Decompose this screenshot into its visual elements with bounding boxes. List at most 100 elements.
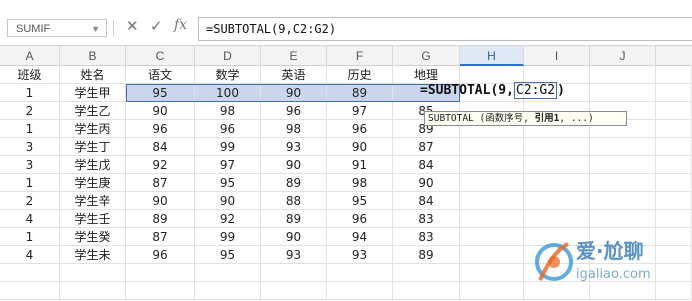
cell-b11[interactable]: 学生未 xyxy=(60,246,126,264)
empty-cell[interactable] xyxy=(393,264,460,282)
cell-f3[interactable]: 97 xyxy=(327,102,393,120)
cell-f11[interactable]: 93 xyxy=(327,246,393,264)
empty-cell[interactable] xyxy=(60,264,126,282)
column-header-g[interactable]: G xyxy=(393,46,460,66)
cell-d10[interactable]: 99 xyxy=(195,228,261,246)
cell-a6[interactable]: 3 xyxy=(0,156,60,174)
empty-cell[interactable] xyxy=(126,282,195,300)
cell-d7[interactable]: 95 xyxy=(195,174,261,192)
column-header-f[interactable]: F xyxy=(327,46,393,66)
cell-c2[interactable]: 95 xyxy=(126,84,195,102)
empty-cell[interactable] xyxy=(261,282,327,300)
cell-d2[interactable]: 100 xyxy=(195,84,261,102)
empty-cell[interactable] xyxy=(656,174,692,192)
cell-e9[interactable]: 89 xyxy=(261,210,327,228)
cell-g5[interactable]: 87 xyxy=(393,138,460,156)
cell-b1[interactable]: 姓名 xyxy=(60,66,126,84)
name-box[interactable]: SUMIF ▼ xyxy=(7,19,107,37)
cell-c5[interactable]: 84 xyxy=(126,138,195,156)
cell-a11[interactable]: 4 xyxy=(0,246,60,264)
empty-cell[interactable] xyxy=(590,84,656,102)
empty-cell[interactable] xyxy=(0,282,60,300)
enter-icon[interactable]: ✓ xyxy=(150,17,163,35)
cell-e1[interactable]: 英语 xyxy=(261,66,327,84)
cell-f2[interactable]: 89 xyxy=(327,84,393,102)
cell-c8[interactable]: 90 xyxy=(126,192,195,210)
column-header-i[interactable]: I xyxy=(524,46,590,66)
empty-cell[interactable] xyxy=(656,120,692,138)
cell-b8[interactable]: 学生辛 xyxy=(60,192,126,210)
column-header-e[interactable]: E xyxy=(261,46,327,66)
cell-formula-editor[interactable]: =SUBTOTAL(9, C2:G2) xyxy=(420,82,565,99)
empty-cell[interactable] xyxy=(460,156,524,174)
cell-b4[interactable]: 学生丙 xyxy=(60,120,126,138)
cell-c4[interactable]: 96 xyxy=(126,120,195,138)
chevron-down-icon[interactable]: ▼ xyxy=(91,20,100,38)
empty-cell[interactable] xyxy=(460,174,524,192)
empty-cell[interactable] xyxy=(590,174,656,192)
cell-f8[interactable]: 95 xyxy=(327,192,393,210)
cell-e2[interactable]: 90 xyxy=(261,84,327,102)
empty-cell[interactable] xyxy=(327,282,393,300)
cell-c10[interactable]: 87 xyxy=(126,228,195,246)
empty-cell[interactable] xyxy=(195,282,261,300)
cell-d6[interactable]: 97 xyxy=(195,156,261,174)
column-header-c[interactable]: C xyxy=(126,46,195,66)
cell-e10[interactable]: 90 xyxy=(261,228,327,246)
cell-d9[interactable]: 92 xyxy=(195,210,261,228)
cell-d3[interactable]: 98 xyxy=(195,102,261,120)
empty-cell[interactable] xyxy=(656,84,692,102)
empty-cell[interactable] xyxy=(126,264,195,282)
cell-e4[interactable]: 98 xyxy=(261,120,327,138)
cell-c7[interactable]: 87 xyxy=(126,174,195,192)
empty-cell[interactable] xyxy=(261,264,327,282)
cell-c1[interactable]: 语文 xyxy=(126,66,195,84)
cell-c11[interactable]: 96 xyxy=(126,246,195,264)
cell-e7[interactable]: 89 xyxy=(261,174,327,192)
empty-cell[interactable] xyxy=(656,156,692,174)
cell-g8[interactable]: 84 xyxy=(393,192,460,210)
cell-a10[interactable]: 1 xyxy=(0,228,60,246)
cell-f4[interactable]: 96 xyxy=(327,120,393,138)
cell-c9[interactable]: 89 xyxy=(126,210,195,228)
cancel-icon[interactable]: ✕ xyxy=(126,17,139,35)
cell-d5[interactable]: 99 xyxy=(195,138,261,156)
empty-cell[interactable] xyxy=(460,138,524,156)
cell-b6[interactable]: 学生戊 xyxy=(60,156,126,174)
cell-a1[interactable]: 班级 xyxy=(0,66,60,84)
empty-cell[interactable] xyxy=(656,102,692,120)
empty-cell[interactable] xyxy=(460,192,524,210)
empty-cell[interactable] xyxy=(590,192,656,210)
cell-c6[interactable]: 92 xyxy=(126,156,195,174)
empty-cell[interactable] xyxy=(590,138,656,156)
empty-cell[interactable] xyxy=(524,192,590,210)
cell-f5[interactable]: 90 xyxy=(327,138,393,156)
cell-b10[interactable]: 学生癸 xyxy=(60,228,126,246)
cell-e5[interactable]: 93 xyxy=(261,138,327,156)
cell-b7[interactable]: 学生庚 xyxy=(60,174,126,192)
cell-d1[interactable]: 数学 xyxy=(195,66,261,84)
formula-input[interactable]: =SUBTOTAL(9,C2:G2) xyxy=(198,17,692,41)
column-header-h[interactable]: H xyxy=(460,46,524,66)
empty-cell[interactable] xyxy=(590,156,656,174)
insert-function-icon[interactable]: fx xyxy=(174,17,187,33)
empty-cell[interactable] xyxy=(656,192,692,210)
cell-e3[interactable]: 96 xyxy=(261,102,327,120)
empty-cell[interactable] xyxy=(524,138,590,156)
column-header-d[interactable]: D xyxy=(195,46,261,66)
cell-b5[interactable]: 学生丁 xyxy=(60,138,126,156)
cell-f9[interactable]: 96 xyxy=(327,210,393,228)
cell-g1[interactable]: 地理 xyxy=(393,66,460,84)
cell-d11[interactable]: 95 xyxy=(195,246,261,264)
cell-d4[interactable]: 96 xyxy=(195,120,261,138)
cell-g6[interactable]: 84 xyxy=(393,156,460,174)
cell-a3[interactable]: 2 xyxy=(0,102,60,120)
cell-f10[interactable]: 94 xyxy=(327,228,393,246)
empty-cell[interactable] xyxy=(327,264,393,282)
column-header-b[interactable]: B xyxy=(60,46,126,66)
cell-b3[interactable]: 学生乙 xyxy=(60,102,126,120)
empty-cell[interactable] xyxy=(195,264,261,282)
cell-g7[interactable]: 90 xyxy=(393,174,460,192)
cell-g11[interactable]: 89 xyxy=(393,246,460,264)
cell-a9[interactable]: 4 xyxy=(0,210,60,228)
